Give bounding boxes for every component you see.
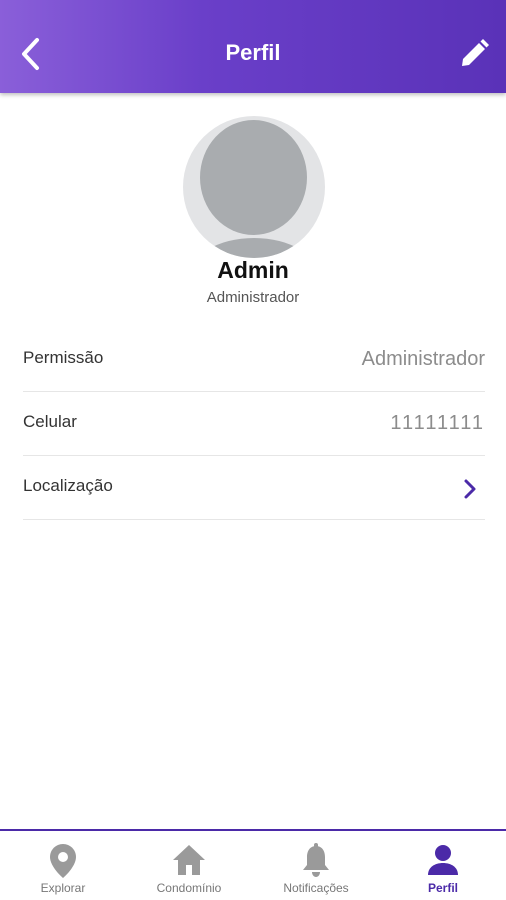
detail-row-celular: Celular 11111111: [23, 392, 485, 456]
app-header: Perfil: [0, 0, 506, 93]
detail-value: 11111111: [390, 412, 485, 434]
bottom-navigation: Explorar Condomínio Notificações Perfil: [0, 829, 506, 900]
detail-value: Administrador: [361, 348, 485, 370]
nav-explorar[interactable]: Explorar: [0, 831, 126, 900]
profile-role: Administrador: [206, 289, 300, 306]
detail-label: Localização: [23, 476, 113, 495]
page-title: Perfil: [225, 40, 281, 65]
avatar-head-shape: [200, 120, 307, 235]
nav-label: Condomínio: [156, 881, 222, 895]
nav-label: Notificações: [283, 881, 349, 895]
home-icon: [173, 845, 205, 875]
profile-name: Admin: [217, 257, 289, 283]
nav-label: Explorar: [40, 881, 86, 895]
nav-perfil[interactable]: Perfil: [380, 831, 506, 900]
detail-label: Celular: [23, 412, 77, 431]
detail-label: Permissão: [23, 348, 104, 367]
nav-condominio[interactable]: Condomínio: [126, 831, 252, 900]
bell-icon: [303, 843, 329, 877]
detail-row-localizacao[interactable]: Localização: [23, 456, 485, 520]
detail-row-permissao: Permissão Administrador: [23, 328, 485, 392]
chevron-right-icon: [464, 479, 476, 499]
nav-notificacoes[interactable]: Notificações: [253, 831, 379, 900]
avatar-body-shape: [188, 238, 320, 258]
pencil-icon[interactable]: [458, 38, 490, 70]
person-icon: [428, 845, 458, 875]
map-pin-icon: [50, 844, 76, 878]
avatar[interactable]: [183, 116, 325, 258]
nav-label: Perfil: [427, 881, 458, 895]
